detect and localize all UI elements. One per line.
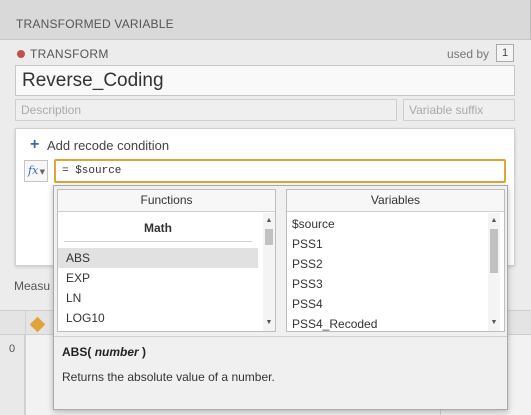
scroll-down-icon[interactable]: ▼: [263, 317, 275, 329]
function-category-heading: Math: [64, 221, 252, 242]
scroll-up-icon[interactable]: ▲: [488, 215, 500, 227]
transform-label: TRANSFORM: [30, 47, 109, 61]
variable-item[interactable]: PSS2: [287, 254, 482, 274]
section-header: TRANSFORMED VARIABLE: [0, 0, 531, 40]
section-title: TRANSFORMED VARIABLE: [16, 17, 174, 31]
fx-icon: fx: [28, 164, 39, 177]
scroll-up-icon[interactable]: ▲: [263, 215, 275, 227]
function-item-ln[interactable]: LN: [58, 288, 258, 308]
variable-item[interactable]: PSS4_Recoded: [287, 314, 482, 334]
functions-header: Functions: [58, 190, 275, 212]
grid-line: [25, 311, 26, 415]
function-item-exp[interactable]: EXP: [58, 268, 258, 288]
variable-item[interactable]: PSS3: [287, 274, 482, 294]
formula-input[interactable]: = $source: [54, 159, 506, 183]
variables-pane: Variables $source PSS1 PSS2 PSS3 PSS4 PS…: [286, 189, 505, 332]
used-by-count-badge[interactable]: 1: [496, 44, 514, 62]
function-browser-popup: Functions Math ABS EXP LN LOG10 ▲ ▼ Vari…: [53, 185, 508, 410]
function-argument: number: [94, 345, 139, 359]
add-recode-condition-button[interactable]: Add recode condition: [47, 138, 169, 153]
function-description-area: ABS( number ) Returns the absolute value…: [54, 336, 507, 409]
used-by-label: used by: [447, 47, 490, 61]
function-item-abs[interactable]: ABS: [58, 248, 258, 268]
chevron-down-icon: ▼: [39, 168, 45, 176]
variable-item[interactable]: PSS1: [287, 234, 482, 254]
function-signature: ABS( number ): [62, 345, 147, 359]
status-dot-icon: [17, 50, 25, 58]
variables-header: Variables: [287, 190, 504, 212]
scroll-thumb[interactable]: [265, 229, 273, 245]
plus-icon[interactable]: +: [30, 136, 39, 154]
variable-item[interactable]: $source: [287, 214, 482, 234]
variable-suffix-input[interactable]: Variable suffix: [403, 99, 515, 121]
row-number: 0: [9, 343, 16, 355]
function-picker-button[interactable]: fx ▼: [24, 160, 48, 182]
function-item-log10[interactable]: LOG10: [58, 308, 258, 328]
variable-item[interactable]: PSS4: [287, 294, 482, 314]
functions-scrollbar[interactable]: ▲ ▼: [263, 213, 275, 331]
scroll-thumb[interactable]: [490, 229, 498, 273]
transform-name-input[interactable]: Reverse_Coding: [15, 65, 515, 96]
functions-pane: Functions Math ABS EXP LN LOG10 ▲ ▼: [57, 189, 276, 332]
function-description-text: Returns the absolute value of a number.: [62, 370, 275, 384]
scroll-down-icon[interactable]: ▼: [488, 317, 500, 329]
description-input[interactable]: Description: [15, 99, 397, 121]
variables-scrollbar[interactable]: ▲ ▼: [488, 213, 500, 331]
measure-type-label: Measu: [14, 279, 51, 293]
column-type-icon: [29, 316, 46, 333]
